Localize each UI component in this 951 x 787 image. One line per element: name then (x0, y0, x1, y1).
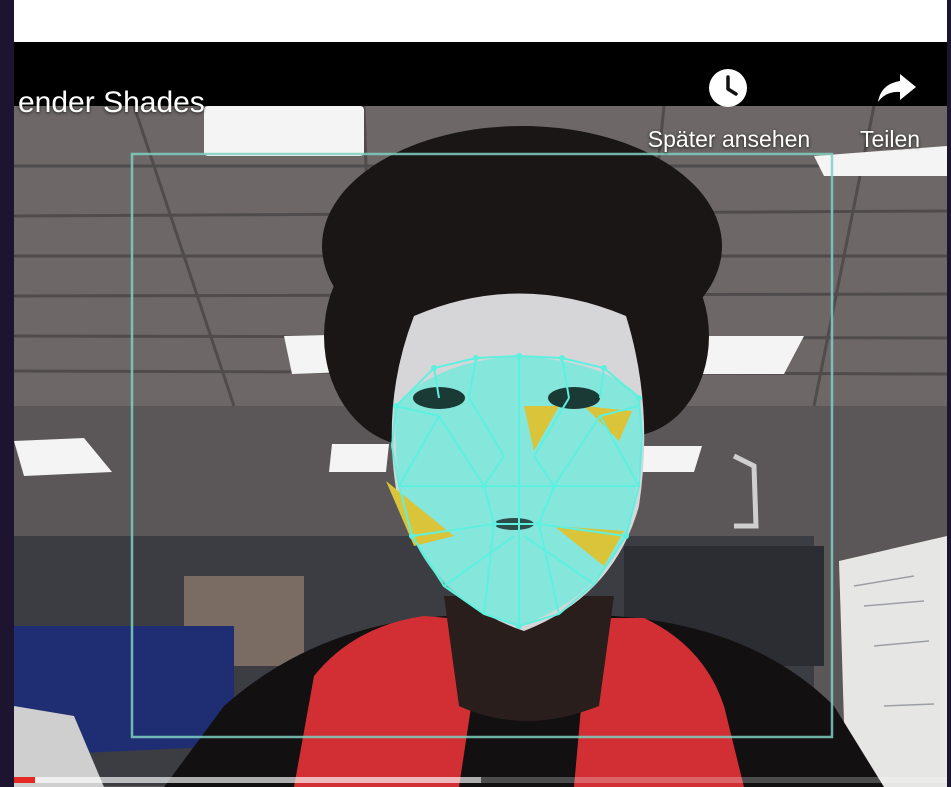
share-arrow-icon (876, 72, 918, 110)
video-player[interactable]: ender Shades Später ansehen Teilen (14, 0, 947, 787)
video-title[interactable]: ender Shades (18, 86, 205, 120)
clock-icon (708, 68, 748, 114)
progress-buffered (14, 777, 481, 783)
watch-later-button[interactable]: Später ansehen (634, 66, 824, 156)
share-label: Teilen (860, 126, 921, 152)
video-scene (14, 106, 947, 787)
right-border (947, 0, 951, 787)
progress-bar[interactable] (14, 777, 947, 783)
watch-later-label: Später ansehen (647, 126, 811, 152)
progress-played (14, 777, 36, 783)
top-white-bar (14, 0, 947, 42)
video-frame[interactable] (14, 106, 947, 787)
share-button[interactable]: Teilen (854, 66, 944, 156)
